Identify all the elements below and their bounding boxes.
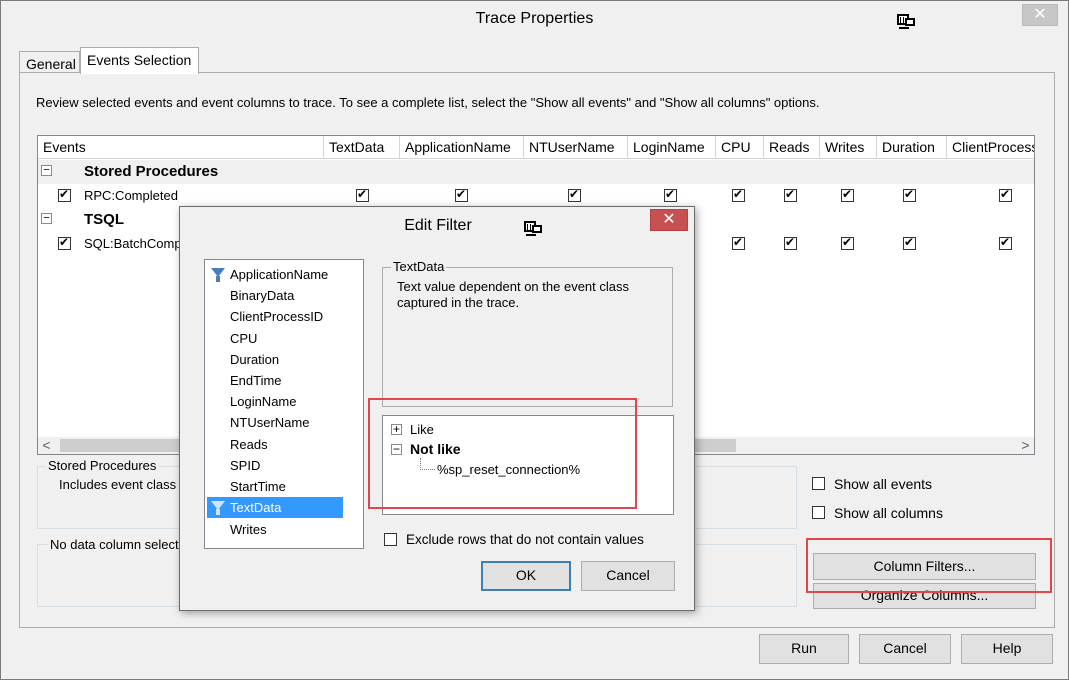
column-header-loginname[interactable]: LoginName [628,136,716,159]
column-header-events[interactable]: Events [38,136,324,159]
cell-checkbox-duration[interactable] [903,235,916,250]
column-item-starttime[interactable]: StartTime [207,476,343,497]
column-item-binarydata[interactable]: BinaryData [207,285,343,306]
exclude-empty-label: Exclude rows that do not contain values [406,532,644,547]
event-label: RPC:Completed [84,188,178,203]
cell-checkbox-writes[interactable] [841,235,854,250]
capture-screen-icon[interactable] [523,220,543,238]
title-bar: Trace Properties ✕ [1,1,1068,39]
cell-checkbox-textdata[interactable] [356,187,369,202]
column-item-label: StartTime [230,479,286,494]
event-label: SQL:BatchComp [84,236,182,251]
filter-funnel-icon [211,501,225,515]
instructions-text: Review selected events and event columns… [36,95,820,110]
capture-screen-icon[interactable] [896,13,916,31]
column-description-legend: TextData [391,259,447,274]
column-description-groupbox: TextData Text value dependent on the eve… [382,259,673,407]
cell-checkbox-applicationname[interactable] [455,187,468,202]
column-item-endtime[interactable]: EndTime [207,370,343,391]
column-item-label: ApplicationName [230,267,329,282]
show-all-events-checkbox[interactable] [812,477,825,490]
column-header-duration[interactable]: Duration [877,136,947,159]
cell-checkbox-cpu[interactable] [732,187,745,202]
window-close-button[interactable]: ✕ [1022,4,1058,26]
trace-properties-window: Trace Properties ✕ General Events Select… [0,0,1069,680]
column-item-spid[interactable]: SPID [207,455,343,476]
column-item-textdata[interactable]: TextData [207,497,343,518]
event-checkbox[interactable] [58,235,71,250]
column-item-label: EndTime [230,373,282,388]
cell-checkbox-clientprocess[interactable] [999,235,1012,250]
dialog-title: Edit Filter [404,217,472,234]
column-item-label: Reads [230,437,268,452]
group-label: TSQL [84,211,124,228]
event-row-rpc-completed: RPC:Completed [38,184,1034,208]
tab-events-selection[interactable]: Events Selection [80,47,199,74]
column-item-reads[interactable]: Reads [207,434,343,455]
show-all-columns-label: Show all columns [834,505,943,521]
dialog-cancel-button[interactable]: Cancel [581,561,675,591]
dialog-close-button[interactable]: ✕ [650,209,688,231]
column-item-label: NTUserName [230,415,310,430]
column-item-label: BinaryData [230,288,295,303]
column-item-label: TextData [230,500,282,515]
column-item-label: CPU [230,331,258,346]
filter-column-list[interactable]: ApplicationName BinaryData ClientProcess… [204,259,364,549]
column-item-cpu[interactable]: CPU [207,328,343,349]
cell-checkbox-clientprocess[interactable] [999,187,1012,202]
column-header-writes[interactable]: Writes [820,136,877,159]
cell-checkbox-reads[interactable] [784,235,797,250]
cell-checkbox-duration[interactable] [903,187,916,202]
column-item-label: ClientProcessID [230,309,324,324]
column-item-label: LoginName [230,394,297,409]
cell-checkbox-ntusername[interactable] [568,187,581,202]
column-item-label: Writes [230,522,267,537]
column-item-clientprocessid[interactable]: ClientProcessID [207,306,343,327]
column-header-applicationname[interactable]: ApplicationName [400,136,524,159]
tree-highlight [368,398,637,509]
collapse-toggle[interactable]: − [41,165,52,176]
event-description-text: Includes event class [59,477,177,492]
help-button[interactable]: Help [961,634,1053,664]
cell-checkbox-writes[interactable] [841,187,854,202]
column-item-label: Duration [230,352,280,367]
dialog-ok-button[interactable]: OK [481,561,571,591]
cell-checkbox-cpu[interactable] [732,235,745,250]
column-header-ntusername[interactable]: NTUserName [524,136,628,159]
column-item-writes[interactable]: Writes [207,519,343,540]
cell-checkbox-loginname[interactable] [664,187,677,202]
column-header-cpu[interactable]: CPU [716,136,764,159]
cell-checkbox-reads[interactable] [784,187,797,202]
column-description-text: Text value dependent on the event class … [397,279,629,310]
column-header-textdata[interactable]: TextData [324,136,400,159]
event-checkbox[interactable] [58,187,71,202]
column-item-applicationname[interactable]: ApplicationName [207,264,343,285]
column-header-reads[interactable]: Reads [764,136,820,159]
scroll-right-icon[interactable]: > [1017,437,1034,454]
column-header-clientprocess[interactable]: ClientProcess [947,136,1034,159]
run-button[interactable]: Run [759,634,849,664]
scroll-left-icon[interactable]: < [38,437,55,454]
column-item-duration[interactable]: Duration [207,349,343,370]
column-filters-highlight [806,538,1052,593]
filter-funnel-icon [211,268,225,282]
column-item-ntusername[interactable]: NTUserName [207,412,343,433]
column-item-loginname[interactable]: LoginName [207,391,343,412]
tab-general[interactable]: General [19,51,80,73]
event-description-legend: Stored Procedures [46,458,159,473]
column-item-label: SPID [230,458,261,473]
collapse-toggle[interactable]: − [41,213,52,224]
column-description-text: No data column select [48,537,181,552]
group-row-stored-procedures: − Stored Procedures [38,160,1034,184]
exclude-empty-checkbox[interactable] [384,533,397,546]
edit-filter-dialog: Edit Filter ✕ ApplicationName BinaryData… [179,206,695,611]
show-all-columns-checkbox[interactable] [812,506,825,519]
group-label: Stored Procedures [84,163,219,180]
show-all-events-label: Show all events [834,476,933,492]
cancel-button[interactable]: Cancel [859,634,951,664]
